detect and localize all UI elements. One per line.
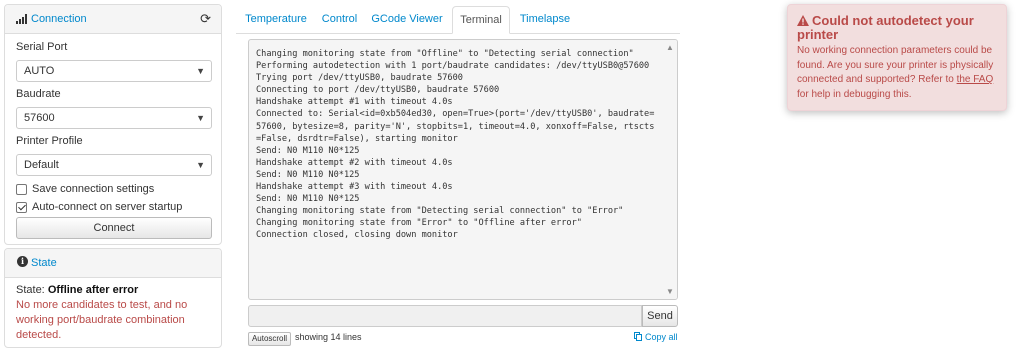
connection-panel: Connection ⟳ Serial Port AUTO ▼ Baudrate… — [4, 4, 222, 245]
terminal-line: Handshake attempt #3 with timeout 4.0s — [256, 182, 453, 193]
alert-title-text: Could not autodetect your printer — [797, 13, 974, 42]
tab-temperature[interactable]: Temperature — [236, 6, 316, 34]
scroll-down-icon[interactable]: ▼ — [666, 287, 674, 296]
state-value: Offline after error — [47, 284, 139, 296]
terminal-line: Connecting to port /dev/ttyUSB0, baudrat… — [256, 85, 500, 96]
terminal-line: 57600, bytesize=8, parity='N', stopbits=… — [256, 121, 655, 132]
tab-gcode-viewer[interactable]: GCode Viewer — [363, 6, 451, 34]
terminal-line: Connected to: Serial<id=0xb504ed30, open… — [256, 109, 655, 120]
serial-port-value: AUTO — [24, 65, 55, 77]
alert-body-text-end: for help in debugging this. — [797, 88, 912, 100]
terminal-scrollbar[interactable]: ▲ ▼ — [664, 40, 677, 299]
state-error-message: No more candidates to test, and no worki… — [16, 299, 188, 341]
state-title[interactable]: State — [31, 257, 57, 269]
terminal-line: Send: N0 M110 N0*125 — [256, 169, 360, 180]
alert-body: No working connection parameters could b… — [797, 44, 1002, 102]
terminal-line: Changing monitoring state from "Offline"… — [256, 49, 634, 59]
tab-control[interactable]: Control — [316, 6, 363, 34]
terminal-line: Performing autodetection with 1 port/bau… — [256, 61, 650, 72]
terminal-line: Handshake attempt #2 with timeout 4.0s — [256, 157, 453, 168]
terminal-line: Send: N0 M110 N0*125 — [256, 145, 360, 156]
autodetect-error-alert[interactable]: Could not autodetect your printer No wor… — [787, 4, 1007, 111]
alert-title: Could not autodetect your printer — [797, 14, 997, 42]
line-count-text: showing 14 lines — [295, 332, 362, 342]
terminal-line: =False, dsrdtr=False), starting monitor — [256, 133, 458, 144]
signal-bars-icon — [16, 14, 28, 24]
autoconnect-checkbox[interactable] — [16, 202, 27, 213]
info-circle-icon: i — [17, 256, 28, 267]
chevron-down-icon: ▼ — [196, 66, 205, 76]
save-settings-label[interactable]: Save connection settings — [32, 183, 154, 195]
copy-all-link[interactable]: Copy all — [634, 332, 678, 342]
connection-title[interactable]: Connection — [31, 13, 87, 25]
connect-button[interactable]: Connect — [16, 217, 212, 239]
scroll-up-icon[interactable]: ▲ — [666, 43, 674, 52]
baudrate-label: Baudrate — [16, 88, 61, 100]
terminal-line: Changing monitoring state from "Detectin… — [256, 206, 624, 217]
terminal-output[interactable]: Changing monitoring state from "Offline"… — [248, 39, 678, 300]
tab-timelapse[interactable]: Timelapse — [510, 6, 580, 34]
printer-profile-value: Default — [24, 159, 59, 171]
tab-terminal[interactable]: Terminal — [452, 6, 510, 34]
save-settings-checkbox[interactable] — [16, 184, 27, 195]
terminal-line: Send: N0 M110 N0*125 — [256, 194, 360, 205]
state-line: State: Offline after error — [16, 284, 138, 296]
connection-panel-header[interactable]: Connection ⟳ — [5, 5, 221, 34]
terminal-line: Trying port /dev/ttyUSB0, baudrate 57600 — [256, 73, 463, 84]
serial-port-label: Serial Port — [16, 41, 68, 53]
warning-triangle-icon — [797, 15, 809, 26]
state-panel-header[interactable]: i State — [5, 249, 221, 278]
chevron-down-icon: ▼ — [196, 113, 205, 123]
baudrate-value: 57600 — [24, 112, 55, 124]
printer-profile-select[interactable]: Default ▼ — [16, 154, 212, 176]
autoconnect-label[interactable]: Auto-connect on server startup — [32, 201, 182, 213]
serial-port-select[interactable]: AUTO ▼ — [16, 60, 212, 82]
terminal-line: Connection closed, closing down monitor — [256, 230, 458, 241]
baudrate-select[interactable]: 57600 ▼ — [16, 107, 212, 129]
terminal-line: Handshake attempt #1 with timeout 4.0s — [256, 97, 453, 108]
copy-all-label: Copy all — [645, 332, 678, 342]
command-input[interactable] — [248, 305, 642, 327]
copy-icon — [634, 332, 642, 341]
state-label: State: — [16, 284, 45, 296]
chevron-down-icon: ▼ — [196, 160, 205, 170]
faq-link[interactable]: the FAQ — [957, 74, 994, 85]
terminal-lines: Changing monitoring state from "Offline"… — [256, 48, 660, 242]
terminal-line: Changing monitoring state from "Error" t… — [256, 218, 582, 229]
state-panel: i State State: Offline after error No mo… — [4, 248, 222, 348]
printer-profile-label: Printer Profile — [16, 135, 83, 147]
refresh-icon[interactable]: ⟳ — [200, 12, 211, 26]
send-button[interactable]: Send — [642, 305, 678, 327]
